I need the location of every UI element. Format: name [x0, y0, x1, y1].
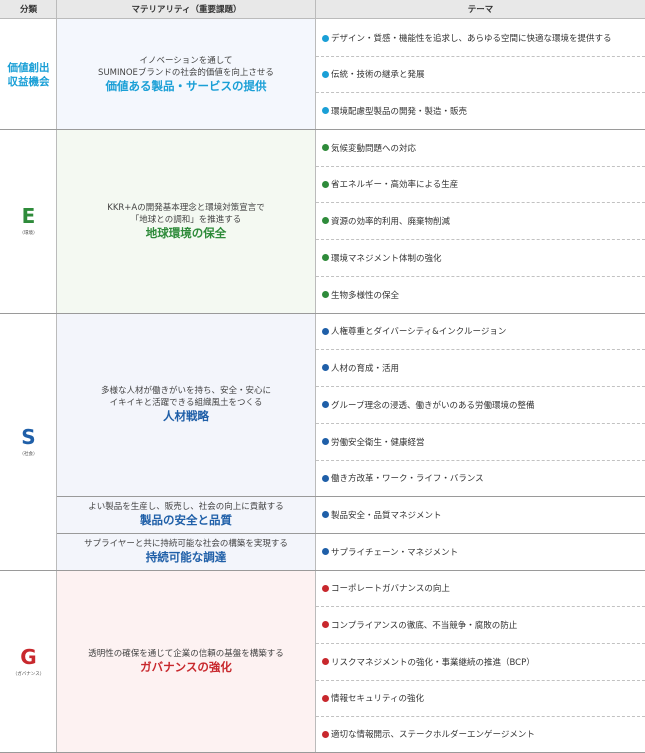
theme-item: 環境マネジメント体制の強化	[316, 239, 645, 276]
materiality-heading: 持続可能な調達	[145, 550, 227, 564]
bullet-icon	[322, 730, 329, 738]
bullet-icon	[322, 107, 329, 114]
theme-item: 労働安全衛生・健康経営	[316, 423, 645, 460]
bullet-icon	[322, 34, 329, 42]
bullet-icon	[322, 621, 329, 628]
theme-item: 生物多様性の保全	[316, 276, 645, 313]
theme-item: 適切な情報開示、ステークホルダーエンゲージメント	[316, 716, 645, 752]
materiality-desc: 多様な人材が働きがいを持ち、安全・安心に	[100, 386, 271, 396]
category-letter: S	[21, 424, 36, 449]
bullet-icon	[322, 291, 329, 298]
theme-item: 伝統・技術の継承と発展	[316, 56, 645, 92]
materiality-desc: よい製品を生産し、販売し、社会の向上に貢献する	[88, 502, 284, 512]
bullet-icon	[322, 694, 329, 702]
materiality-heading: ガバナンスの強化	[140, 660, 232, 674]
bullet-icon	[322, 217, 329, 224]
theme-item: 省エネルギー・高効率による生産	[316, 166, 645, 202]
bullet-icon	[322, 438, 329, 445]
category-environment: E （環境）	[0, 129, 57, 313]
category-value-creation: 価値創出収益機会	[0, 20, 57, 129]
bullet-icon	[322, 584, 329, 592]
materiality-social-people: 多様な人材が働きがいを持ち、安全・安心に イキイキと活躍できる組織風土をつくる …	[57, 313, 315, 496]
theme-item: リスクマネジメントの強化・事業継続の推進（BCP）	[316, 643, 645, 680]
materiality-governance: 透明性の確保を通じて企業の信頼の基盤を構築する ガバナンスの強化	[57, 570, 315, 753]
theme-item: 環境配慮型製品の開発・製造・販売	[316, 92, 645, 129]
bullet-icon	[322, 254, 329, 261]
theme-item: 人材の育成・活用	[316, 349, 645, 386]
category-sub: （環境）	[19, 231, 38, 236]
bullet-icon	[322, 70, 329, 78]
materiality-heading: 地球環境の保全	[145, 225, 227, 240]
materiality-heading: 製品の安全と品質	[140, 513, 232, 527]
theme-item: コンプライアンスの徹底、不当競争・腐敗の防止	[316, 606, 645, 643]
materiality-desc: サプライヤーと共に持続可能な社会の構築を実現する	[84, 539, 288, 549]
theme-item: 情報セキュリティの強化	[316, 680, 645, 716]
header-materiality: マテリアリティ（重要課題）	[57, 0, 316, 19]
theme-item: 人権尊重とダイバーシティ&インクルージョン	[316, 313, 645, 349]
materiality-desc: 「地球との調和」を推進する	[130, 214, 242, 225]
materiality-social-quality: よい製品を生産し、販売し、社会の向上に貢献する 製品の安全と品質	[57, 496, 315, 533]
materiality-environment: KKR+Aの開発基本理念と環境対策宣言で 「地球との調和」を推進する 地球環境の…	[57, 129, 315, 313]
category-letter: G	[20, 644, 37, 669]
materiality-heading: 人材戦略	[163, 409, 209, 423]
materiality-value: イノベーションを通して SUMINOEブランドの社会的価値を向上させる 価値ある…	[57, 20, 315, 129]
bullet-icon	[322, 474, 329, 482]
materiality-table: 分類 マテリアリティ（重要課題） テーマ 価値創出収益機会 イノベーションを通し…	[0, 0, 645, 753]
bullet-icon	[322, 180, 329, 188]
materiality-desc: KKR+Aの開発基本理念と環境対策宣言で	[107, 202, 265, 213]
theme-item: グループ理念の浸透、働きがいのある労働環境の整備	[316, 386, 645, 423]
materiality-desc: イノベーションを通して	[139, 56, 233, 66]
category-social: S （社会）	[0, 313, 57, 570]
category-governance: G （ガバナンス）	[0, 570, 57, 753]
materiality-social-procurement: サプライヤーと共に持続可能な社会の構築を実現する 持続可能な調達	[57, 533, 315, 570]
theme-item: 気候変動問題への対応	[316, 129, 645, 166]
category-label: 価値創出収益機会	[7, 61, 50, 88]
bullet-icon	[322, 327, 329, 335]
materiality-desc: 透明性の確保を通じて企業の信頼の基盤を構築する	[88, 649, 284, 659]
theme-item: デザイン・質感・機能性を追求し、あらゆる空間に快適な環境を提供する	[316, 20, 645, 56]
materiality-desc: イキイキと活躍できる組織風土をつくる	[109, 398, 263, 408]
materiality-desc: SUMINOEブランドの社会的価値を向上させる	[98, 68, 274, 78]
category-sub: （ガバナンス）	[12, 671, 45, 677]
theme-item: コーポレートガバナンスの向上	[316, 570, 645, 606]
category-sub: （社会）	[19, 451, 38, 457]
header-theme: テーマ	[316, 0, 645, 19]
theme-item: 資源の効率的利用、廃棄物削減	[316, 202, 645, 239]
category-letter: E	[21, 204, 36, 228]
theme-item: サプライチェーン・マネジメント	[316, 533, 645, 570]
bullet-icon	[322, 658, 329, 665]
bullet-icon	[322, 548, 329, 555]
bullet-icon	[322, 144, 329, 151]
materiality-heading: 価値ある製品・サービスの提供	[105, 79, 267, 93]
bullet-icon	[322, 364, 329, 371]
bullet-icon	[322, 401, 329, 408]
theme-item: 製品安全・品質マネジメント	[316, 496, 645, 533]
header-category: 分類	[0, 0, 57, 19]
theme-item: 働き方改革・ワーク・ライフ・バランス	[316, 460, 645, 496]
bullet-icon	[322, 511, 329, 518]
